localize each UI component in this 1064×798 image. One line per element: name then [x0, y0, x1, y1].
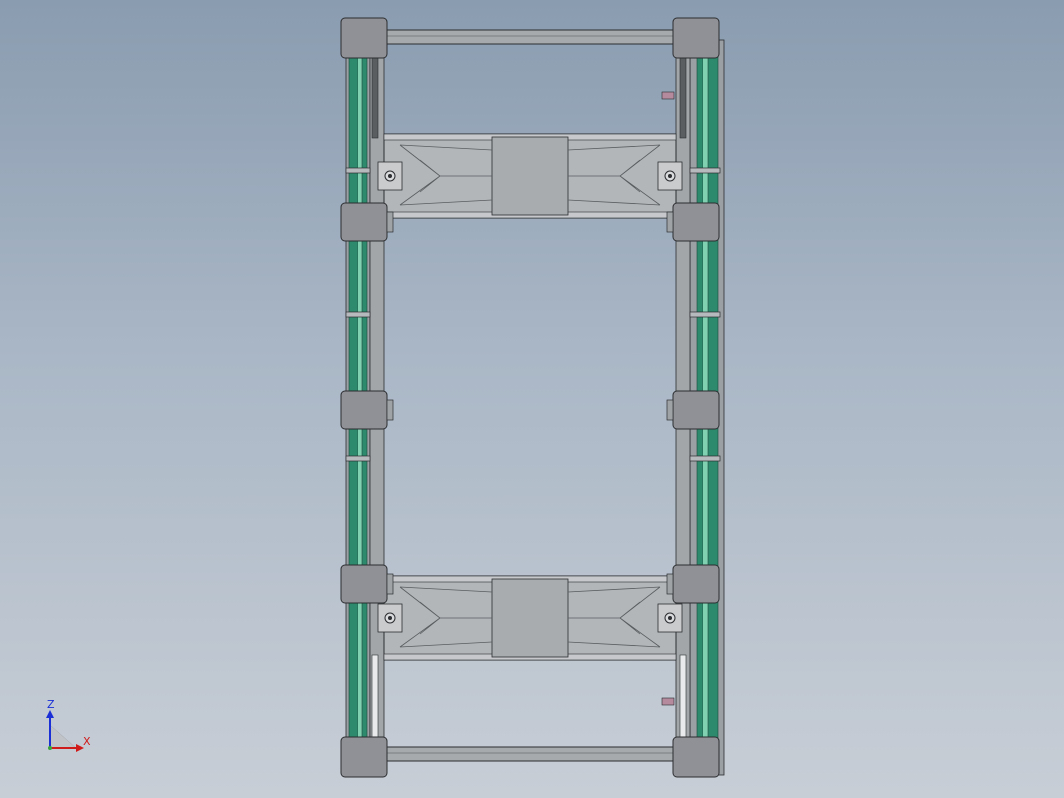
support-pads [340, 17, 720, 778]
bearing-block-ur [657, 161, 683, 191]
pad-top-right [672, 17, 720, 59]
bearing-block-ul [377, 161, 403, 191]
pad-lower-right [672, 564, 720, 604]
cross-plate-upper [383, 133, 677, 219]
axis-triad [46, 710, 84, 752]
cad-viewport[interactable]: Z X [0, 0, 1064, 798]
z-axis-label: Z [47, 698, 55, 711]
cross-plate-lower [383, 575, 677, 661]
pad-upper-left [340, 202, 388, 242]
cross-tube-bottom [383, 746, 677, 762]
pad-mid-left [340, 390, 388, 430]
pad-top-left [340, 17, 388, 59]
frame-assembly-top-view [46, 17, 725, 778]
bearing-block-ll [377, 603, 403, 633]
bearing-block-lr [657, 603, 683, 633]
pad-bottom-left [340, 736, 388, 778]
pad-mid-right [672, 390, 720, 430]
x-axis-label: X [83, 735, 91, 748]
pad-bottom-right [672, 736, 720, 778]
pad-upper-right [672, 202, 720, 242]
cross-tube-top [383, 29, 677, 45]
pad-lower-left [340, 564, 388, 604]
pad-side-lugs [386, 211, 674, 595]
